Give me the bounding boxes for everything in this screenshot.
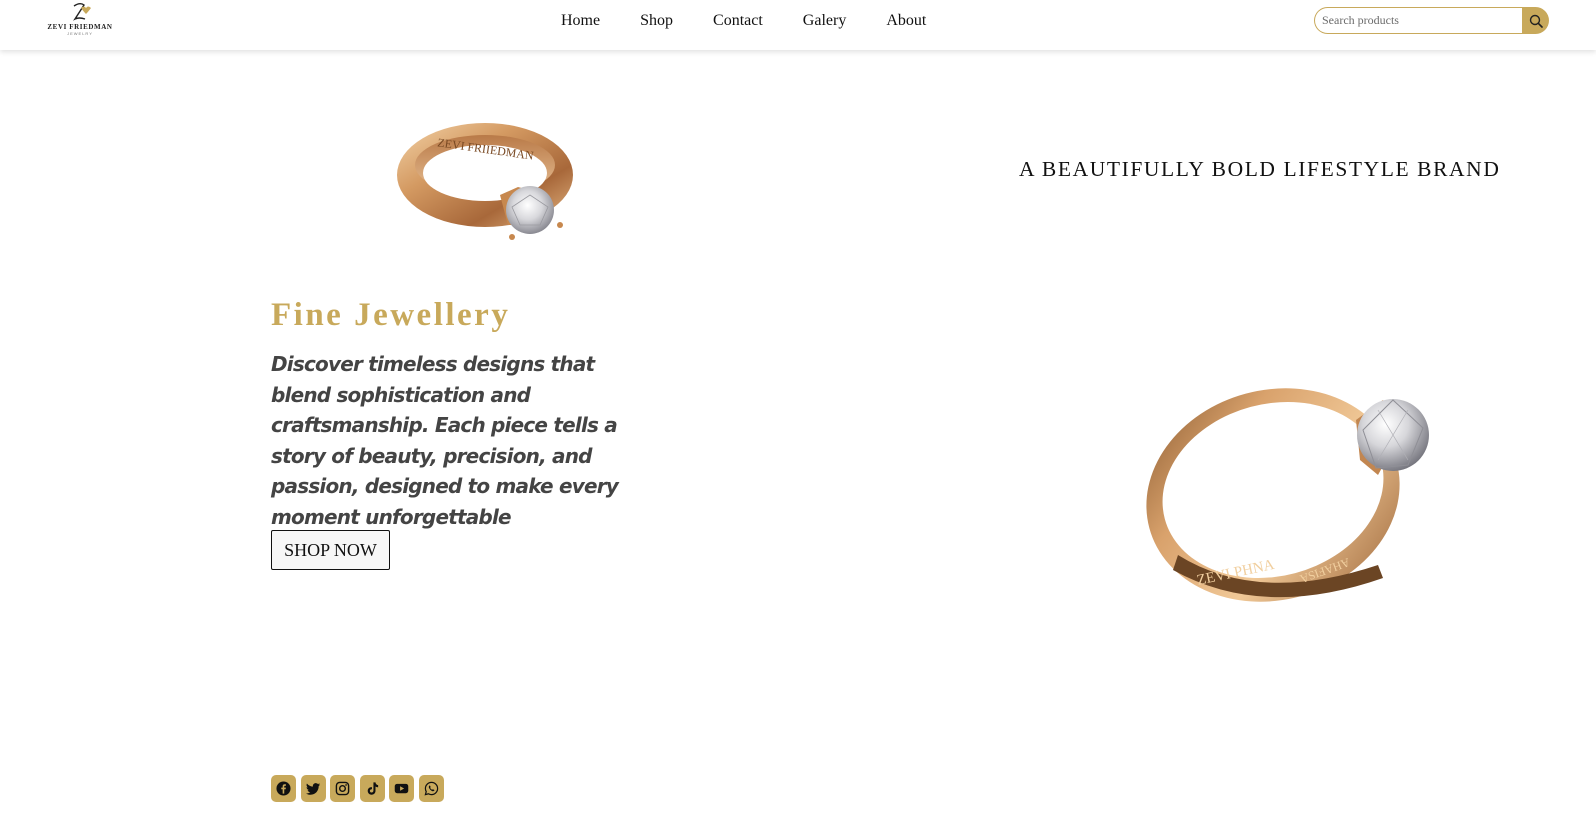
twitter-link[interactable] xyxy=(300,775,326,802)
nav-contact[interactable]: Contact xyxy=(713,11,763,33)
brand-logo[interactable]: ZEVI FRIEDMAN JEWELRY xyxy=(40,2,120,38)
search-input[interactable] xyxy=(1314,7,1524,34)
nav-about[interactable]: About xyxy=(886,11,926,33)
logo-monogram-icon xyxy=(73,3,91,21)
nav-galery[interactable]: Galery xyxy=(803,11,847,33)
shop-now-button[interactable]: SHOP NOW xyxy=(271,530,390,570)
whatsapp-icon xyxy=(424,781,438,796)
tiktok-link[interactable] xyxy=(359,775,385,802)
instagram-link[interactable] xyxy=(330,775,355,802)
facebook-icon xyxy=(276,781,291,796)
social-links xyxy=(271,775,448,802)
search-button[interactable] xyxy=(1522,7,1549,34)
main-nav: Home Shop Contact Galery About xyxy=(561,11,966,33)
twitter-icon xyxy=(305,783,320,795)
whatsapp-link[interactable] xyxy=(418,775,444,802)
nav-home[interactable]: Home xyxy=(561,11,600,33)
logo-subtext: JEWELRY xyxy=(67,31,93,36)
youtube-icon xyxy=(394,783,409,794)
search-icon xyxy=(1529,14,1543,28)
facebook-link[interactable] xyxy=(271,775,296,802)
youtube-link[interactable] xyxy=(389,775,414,802)
logo-text: ZEVI FRIEDMAN xyxy=(47,23,113,31)
tiktok-icon xyxy=(367,782,378,795)
brand-tagline: A BEAUTIFULLY BOLD LIFESTYLE BRAND xyxy=(1019,157,1501,181)
ring-image-left: ZEVI FRIIEDMAN xyxy=(397,123,573,240)
search-bar xyxy=(1314,7,1549,34)
hero-title: Fine Jewellery xyxy=(271,297,511,333)
ring-image-right: ZEVI PHNA AHAFISA xyxy=(1146,388,1429,602)
site-header: ZEVI FRIEDMAN JEWELRY Home Shop Contact … xyxy=(0,0,1596,50)
hero-description: Discover timeless designs that blend sop… xyxy=(271,352,619,529)
instagram-icon xyxy=(335,781,350,796)
nav-shop[interactable]: Shop xyxy=(640,11,673,33)
